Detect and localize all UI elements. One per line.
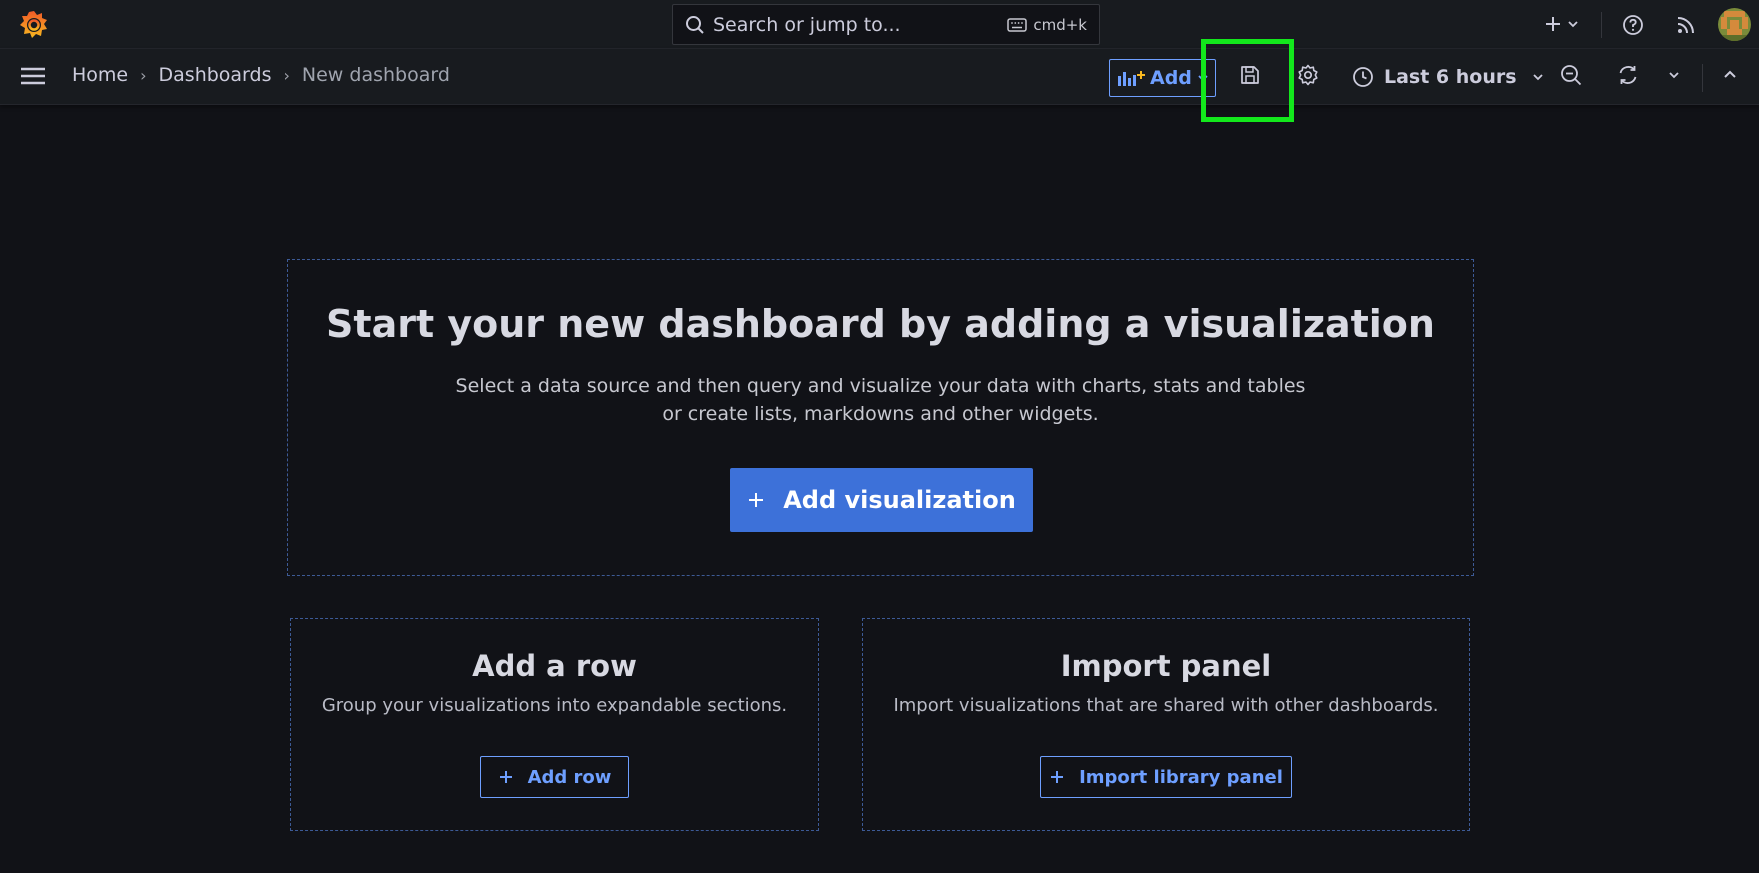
search-placeholder: Search or jump to... bbox=[713, 13, 901, 36]
search-shortcut: cmd+k bbox=[1007, 16, 1087, 34]
help-icon bbox=[1623, 15, 1643, 35]
refresh-interval-dropdown[interactable] bbox=[1667, 64, 1683, 88]
save-dashboard-button[interactable] bbox=[1239, 64, 1263, 88]
search-icon bbox=[686, 15, 704, 34]
new-menu-button[interactable] bbox=[1540, 12, 1584, 36]
breadcrumb-dashboards[interactable]: Dashboards bbox=[159, 64, 272, 86]
breadcrumb-current: New dashboard bbox=[301, 64, 450, 86]
news-button[interactable] bbox=[1673, 12, 1699, 38]
refresh-icon bbox=[1619, 66, 1637, 84]
collapse-toolbar-button[interactable] bbox=[1722, 64, 1742, 88]
add-row-description: Group your visualizations into expandabl… bbox=[321, 695, 788, 716]
empty-state-description: Select a data source and then query and … bbox=[288, 372, 1473, 428]
empty-state-desc-line1: Select a data source and then query and … bbox=[455, 375, 1306, 397]
save-icon bbox=[1241, 66, 1259, 84]
add-row-title: Add a row bbox=[472, 649, 637, 683]
plus-icon bbox=[499, 771, 512, 783]
add-button-label: Add bbox=[1150, 67, 1192, 89]
add-visualization-label: Add visualization bbox=[783, 486, 1016, 514]
import-panel-card: Import panel Import visualizations that … bbox=[862, 618, 1470, 831]
zoom-out-icon bbox=[1561, 65, 1582, 86]
clock-icon bbox=[1353, 67, 1373, 87]
breadcrumb: Home › Dashboards › New dashboard bbox=[72, 64, 450, 86]
avatar[interactable] bbox=[1718, 8, 1751, 41]
dashboard-settings-button[interactable] bbox=[1297, 64, 1321, 88]
breadcrumb-home[interactable]: Home bbox=[72, 64, 128, 86]
empty-state-desc-line2: or create lists, markdowns and other wid… bbox=[662, 403, 1099, 425]
time-range-picker[interactable]: Last 6 hours bbox=[1352, 58, 1545, 96]
menu-button[interactable] bbox=[20, 65, 46, 89]
zoom-out-button[interactable] bbox=[1560, 64, 1584, 88]
help-button[interactable] bbox=[1620, 12, 1646, 38]
import-panel-title: Import panel bbox=[1060, 649, 1272, 683]
import-panel-description: Import visualizations that are shared wi… bbox=[893, 695, 1439, 716]
import-library-panel-label: Import library panel bbox=[1079, 766, 1283, 788]
empty-state-title: Start your new dashboard by adding a vis… bbox=[326, 302, 1435, 346]
add-row-button[interactable]: Add row bbox=[480, 756, 629, 798]
keyboard-icon bbox=[1007, 17, 1028, 32]
hamburger-menu-icon bbox=[21, 67, 45, 85]
shortcut-label: cmd+k bbox=[1033, 15, 1087, 34]
rss-icon bbox=[1677, 17, 1694, 34]
refresh-button[interactable] bbox=[1617, 64, 1641, 88]
top-bar: Search or jump to... cmd+k bbox=[0, 0, 1759, 49]
empty-dashboard-panel: Start your new dashboard by adding a vis… bbox=[287, 259, 1474, 576]
search-input[interactable]: Search or jump to... cmd+k bbox=[672, 4, 1100, 45]
gear-icon bbox=[1298, 64, 1318, 86]
topbar-divider bbox=[1601, 12, 1602, 38]
grafana-logo-icon[interactable] bbox=[18, 9, 50, 41]
chevron-down-icon bbox=[1532, 74, 1543, 81]
add-row-label: Add row bbox=[527, 766, 612, 788]
import-library-panel-button[interactable]: Import library panel bbox=[1040, 756, 1292, 798]
plus-icon bbox=[749, 493, 764, 507]
add-button[interactable]: Add bbox=[1109, 59, 1216, 97]
chevron-right-icon: › bbox=[140, 65, 147, 85]
chevron-up-icon bbox=[1724, 70, 1736, 78]
chevron-right-icon: › bbox=[283, 65, 290, 85]
add-panel-icon bbox=[1118, 71, 1145, 86]
time-range-label: Last 6 hours bbox=[1384, 66, 1517, 88]
plus-icon bbox=[1051, 771, 1064, 783]
chevron-down-icon bbox=[1568, 21, 1578, 28]
user-avatar-icon bbox=[1718, 8, 1751, 41]
toolbar-divider bbox=[1702, 64, 1703, 92]
dashboard-nav-bar: Home › Dashboards › New dashboard Add La… bbox=[0, 49, 1759, 105]
plus-icon bbox=[1546, 17, 1560, 31]
add-visualization-button[interactable]: Add visualization bbox=[730, 468, 1033, 532]
add-row-card: Add a row Group your visualizations into… bbox=[290, 618, 819, 831]
chevron-down-icon bbox=[1669, 72, 1679, 79]
chevron-down-icon bbox=[1198, 75, 1208, 82]
